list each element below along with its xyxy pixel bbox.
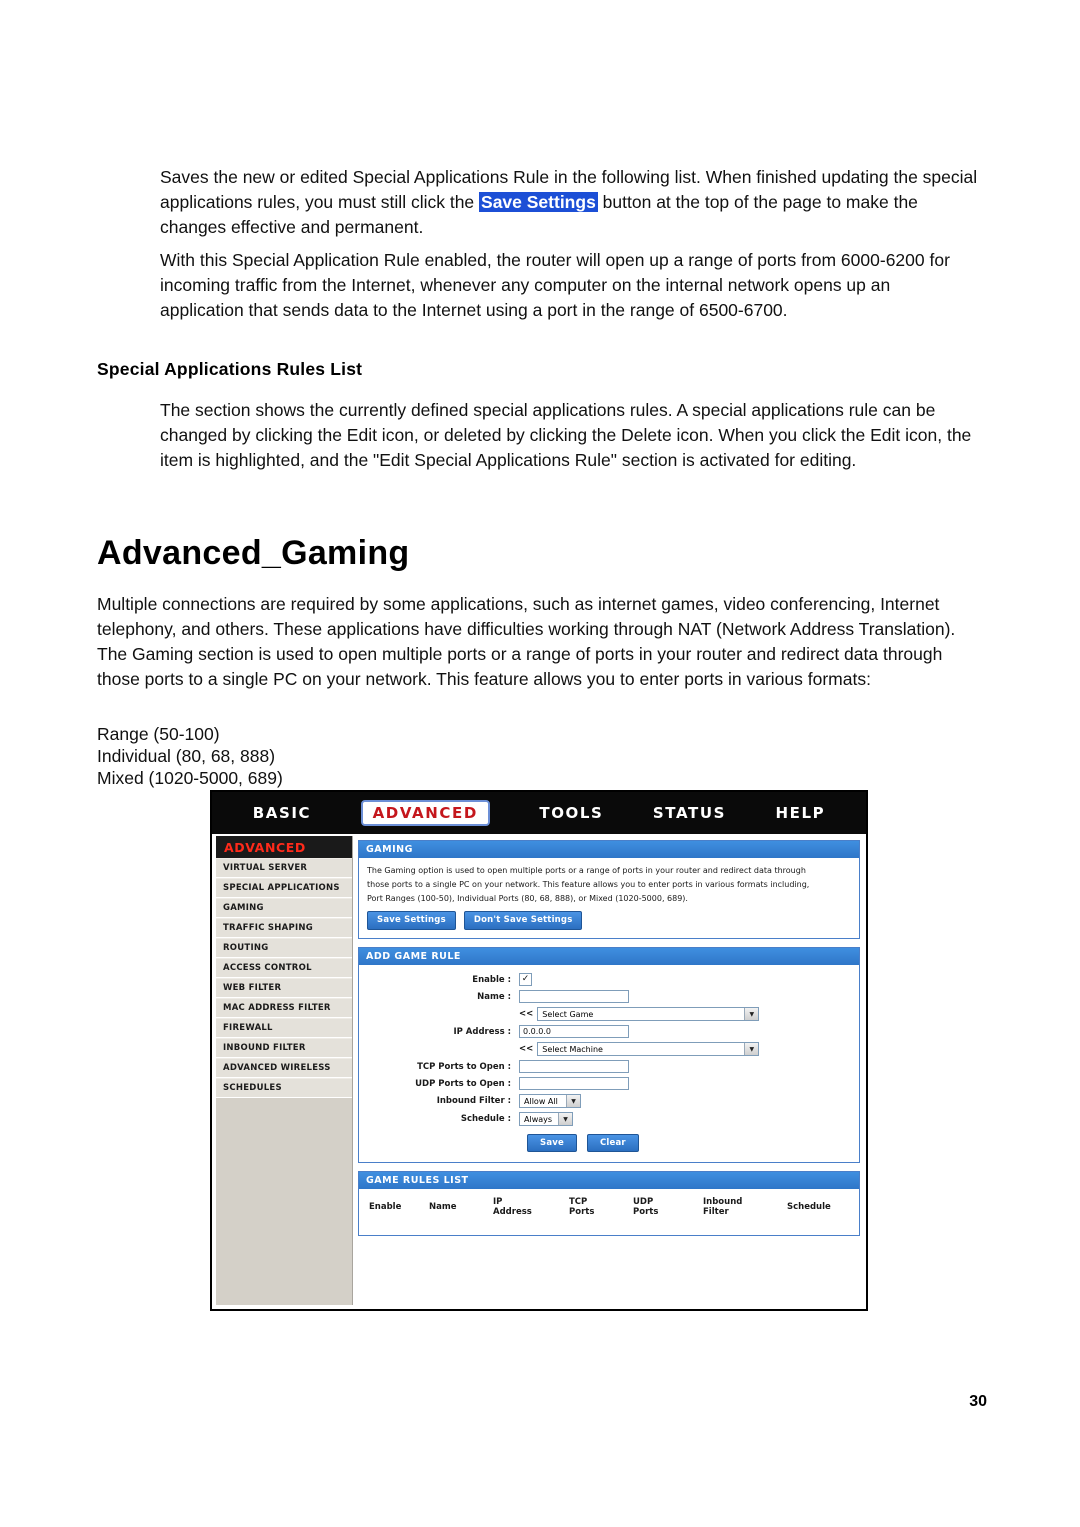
enable-row: Enable : ✓ — [369, 973, 849, 986]
gaming-description-line-3: Port Ranges (100-50), Individual Ports (… — [367, 894, 688, 903]
gaming-panel: GAMING The Gaming option is used to open… — [358, 840, 860, 939]
format-mixed: Mixed (1020-5000, 689) — [97, 768, 283, 788]
inbound-filter-label: Inbound Filter : — [436, 1096, 511, 1106]
table-header-row: Enable Name IP Address TCP Ports UDP Ports … — [365, 1191, 853, 1225]
nav-tab-status[interactable]: STATUS — [653, 804, 726, 822]
schedule-value: Always — [524, 1114, 553, 1124]
paragraph-1: Saves the new or edited Special Applicat… — [160, 165, 978, 240]
sidebar-header: ADVANCED — [216, 836, 352, 858]
dont-save-settings-button[interactable]: Don't Save Settings — [463, 911, 583, 930]
nav-tab-tools[interactable]: TOOLS — [539, 804, 603, 822]
inbound-filter-row: Inbound Filter : Allow All ▼ — [369, 1094, 849, 1108]
column-name-label: Name — [429, 1202, 457, 1212]
sidebar-item-firewall[interactable]: FIREWALL — [216, 1018, 352, 1038]
chevron-down-icon: ▼ — [744, 1008, 759, 1020]
schedule-label: Schedule : — [460, 1114, 511, 1124]
ip-address-input[interactable]: 0.0.0.0 — [519, 1025, 629, 1038]
sidebar-item-routing[interactable]: ROUTING — [216, 938, 352, 958]
column-enable-label: Enable — [369, 1202, 402, 1212]
sidebar-item-advanced-wireless[interactable]: ADVANCED WIRELESS — [216, 1058, 352, 1078]
column-name: Name — [425, 1191, 489, 1225]
save-settings-button[interactable]: Save Settings — [367, 911, 456, 930]
select-machine-row: << Select Machine ▼ — [369, 1042, 849, 1056]
column-ip-address: IP Address — [493, 1197, 532, 1217]
select-game-value: Select Game — [542, 1009, 594, 1019]
select-game-arrows-icon: << — [519, 1009, 534, 1019]
inbound-filter-value: Allow All — [524, 1096, 558, 1106]
udp-ports-row: UDP Ports to Open : — [369, 1077, 849, 1090]
game-rules-list-body: Enable Name IP Address TCP Ports UDP Ports … — [359, 1189, 859, 1235]
gaming-description-line-2: those ports to a single PC on your netwo… — [367, 880, 810, 889]
column-schedule: Schedule — [783, 1191, 853, 1225]
sidebar: ADVANCED VIRTUAL SERVER SPECIAL APPLICAT… — [216, 836, 353, 1305]
gaming-panel-title: GAMING — [359, 841, 859, 858]
ip-address-label: IP Address : — [453, 1026, 511, 1037]
chevron-down-icon: ▼ — [566, 1095, 580, 1107]
column-inbound-filter: Inbound Filter — [703, 1197, 743, 1217]
inbound-filter-dropdown[interactable]: Allow All ▼ — [519, 1094, 581, 1108]
ip-address-row: IP Address : 0.0.0.0 — [369, 1025, 849, 1038]
sidebar-item-traffic-shaping[interactable]: TRAFFIC SHAPING — [216, 918, 352, 938]
column-udp-ports: UDP Ports — [633, 1197, 659, 1217]
paragraph-2: With this Special Application Rule enabl… — [160, 250, 950, 320]
nav-tab-advanced[interactable]: ADVANCED — [360, 800, 490, 826]
nav-tab-basic[interactable]: BASIC — [253, 804, 311, 822]
subheading-special-applications-rules-list: Special Applications Rules List — [97, 359, 363, 379]
sidebar-item-access-control[interactable]: ACCESS CONTROL — [216, 958, 352, 978]
document-page: Saves the new or edited Special Applicat… — [0, 0, 1080, 1527]
name-label: Name : — [477, 991, 511, 1002]
add-game-rule-title: ADD GAME RULE — [359, 948, 859, 965]
top-navigation-bar: BASIC ADVANCED TOOLS STATUS HELP — [212, 792, 866, 834]
tcp-ports-label: TCP Ports to Open : — [417, 1061, 511, 1072]
chevron-down-icon: ▼ — [744, 1043, 759, 1055]
select-machine-value: Select Machine — [542, 1044, 603, 1054]
nav-tab-help[interactable]: HELP — [775, 804, 825, 822]
sidebar-item-virtual-server[interactable]: VIRTUAL SERVER — [216, 858, 352, 878]
column-tcp-ports: TCP Ports — [569, 1197, 595, 1217]
sidebar-item-schedules[interactable]: SCHEDULES — [216, 1078, 352, 1098]
sidebar-item-web-filter[interactable]: WEB FILTER — [216, 978, 352, 998]
schedule-row: Schedule : Always ▼ — [369, 1112, 849, 1126]
gaming-button-row: Save Settings Don't Save Settings — [367, 911, 851, 930]
save-settings-highlight: Save Settings — [479, 192, 598, 212]
paragraph-3: The section shows the currently defined … — [160, 400, 972, 470]
content-area: GAMING The Gaming option is used to open… — [358, 840, 860, 1303]
chevron-down-icon: ▼ — [558, 1113, 572, 1125]
name-row: Name : — [369, 990, 849, 1003]
enable-checkbox[interactable]: ✓ — [519, 973, 532, 986]
add-game-rule-form: Enable : ✓ Name : << Select Game ▼ IP Ad… — [359, 965, 859, 1162]
page-number: 30 — [969, 1393, 987, 1410]
sidebar-item-inbound-filter[interactable]: INBOUND FILTER — [216, 1038, 352, 1058]
clear-rule-button[interactable]: Clear — [586, 1134, 639, 1152]
add-game-rule-panel: ADD GAME RULE Enable : ✓ Name : << Selec… — [358, 947, 860, 1163]
gaming-panel-body: The Gaming option is used to open multip… — [359, 858, 859, 938]
tcp-ports-input[interactable] — [519, 1060, 629, 1073]
enable-label: Enable : — [472, 974, 511, 985]
udp-ports-input[interactable] — [519, 1077, 629, 1090]
udp-ports-label: UDP Ports to Open : — [415, 1078, 511, 1089]
paragraph-4: Multiple connections are required by som… — [97, 594, 956, 689]
tcp-ports-row: TCP Ports to Open : — [369, 1060, 849, 1073]
sidebar-item-mac-address-filter[interactable]: MAC ADDRESS FILTER — [216, 998, 352, 1018]
select-game-row: << Select Game ▼ — [369, 1007, 849, 1021]
column-schedule-label: Schedule — [787, 1202, 831, 1212]
router-ui-screenshot: BASIC ADVANCED TOOLS STATUS HELP ADVANCE… — [210, 790, 868, 1311]
name-input[interactable] — [519, 990, 629, 1003]
select-machine-arrows-icon: << — [519, 1044, 534, 1054]
game-rules-list-panel: GAME RULES LIST Enable Name IP Address TC… — [358, 1171, 860, 1236]
game-rules-list-title: GAME RULES LIST — [359, 1172, 859, 1189]
schedule-dropdown[interactable]: Always ▼ — [519, 1112, 573, 1126]
select-machine-dropdown[interactable]: Select Machine ▼ — [537, 1042, 760, 1056]
sidebar-item-special-applications[interactable]: SPECIAL APPLICATIONS — [216, 878, 352, 898]
game-rules-table: Enable Name IP Address TCP Ports UDP Ports … — [365, 1191, 853, 1225]
page-title: Advanced_Gaming — [97, 534, 410, 572]
gaming-description-line-1: The Gaming option is used to open multip… — [367, 866, 806, 875]
select-game-dropdown[interactable]: Select Game ▼ — [537, 1007, 760, 1021]
rule-button-row: Save Clear — [527, 1134, 849, 1152]
column-enable: Enable — [365, 1191, 425, 1225]
save-rule-button[interactable]: Save — [527, 1134, 577, 1152]
sidebar-item-gaming[interactable]: GAMING — [216, 898, 352, 918]
